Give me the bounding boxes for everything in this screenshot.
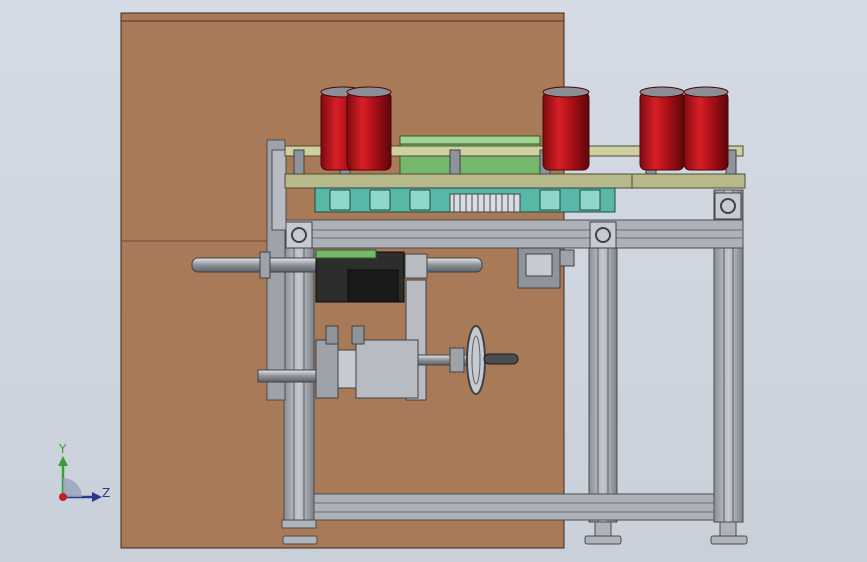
corner-bracket-right xyxy=(714,192,742,220)
frame-post-left[interactable] xyxy=(281,239,318,545)
frame-beam-lower[interactable] xyxy=(313,493,715,521)
corner-bracket-left xyxy=(285,221,313,249)
can-5[interactable] xyxy=(683,86,729,171)
can-2[interactable] xyxy=(346,86,392,171)
can-4[interactable] xyxy=(639,86,685,171)
motor[interactable] xyxy=(315,249,405,303)
gear-motor-small[interactable] xyxy=(517,247,575,289)
conveyor-plate-lower[interactable] xyxy=(284,173,746,189)
y-axis-label: Y xyxy=(59,442,67,456)
frame-beam-upper[interactable] xyxy=(283,219,744,249)
can-3[interactable] xyxy=(542,86,590,171)
corner-bracket-middle xyxy=(589,221,617,249)
cad-viewport[interactable] xyxy=(0,0,867,562)
coordinate-triad xyxy=(58,456,102,502)
z-axis-label: Z xyxy=(102,486,111,500)
gear-rack[interactable] xyxy=(449,193,521,213)
